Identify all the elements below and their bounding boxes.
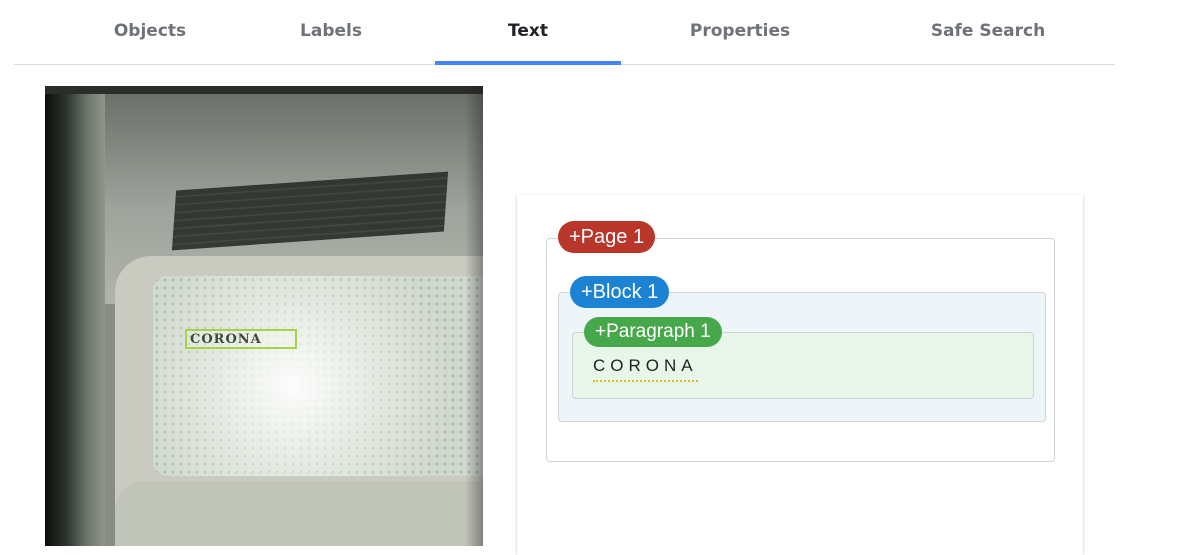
paragraph-toggle-button[interactable]: +Paragraph 1 xyxy=(584,317,722,347)
image-shelf xyxy=(45,86,483,94)
page-toggle-button[interactable]: +Page 1 xyxy=(558,221,656,253)
tab-objects[interactable]: Objects xyxy=(57,0,243,64)
tab-labels[interactable]: Labels xyxy=(238,0,424,64)
analyzed-image: CORONA xyxy=(45,86,483,546)
tab-bar: Objects Labels Text Properties Safe Sear… xyxy=(14,0,1115,65)
image-left-wall xyxy=(45,86,105,546)
image-logo-text: CORONA xyxy=(190,332,262,347)
image-appliance-base xyxy=(115,481,483,546)
image-right-shadow xyxy=(465,86,483,546)
tab-text[interactable]: Text xyxy=(435,0,621,65)
detected-word[interactable]: CORONA xyxy=(593,356,698,382)
tab-properties[interactable]: Properties xyxy=(647,0,833,64)
image-appliance-panel xyxy=(153,276,483,476)
block-toggle-button[interactable]: +Block 1 xyxy=(570,276,670,308)
tab-safe-search[interactable]: Safe Search xyxy=(895,0,1081,64)
text-result-card: +Page 1 +Block 1 +Paragraph 1 CORONA xyxy=(517,195,1083,555)
